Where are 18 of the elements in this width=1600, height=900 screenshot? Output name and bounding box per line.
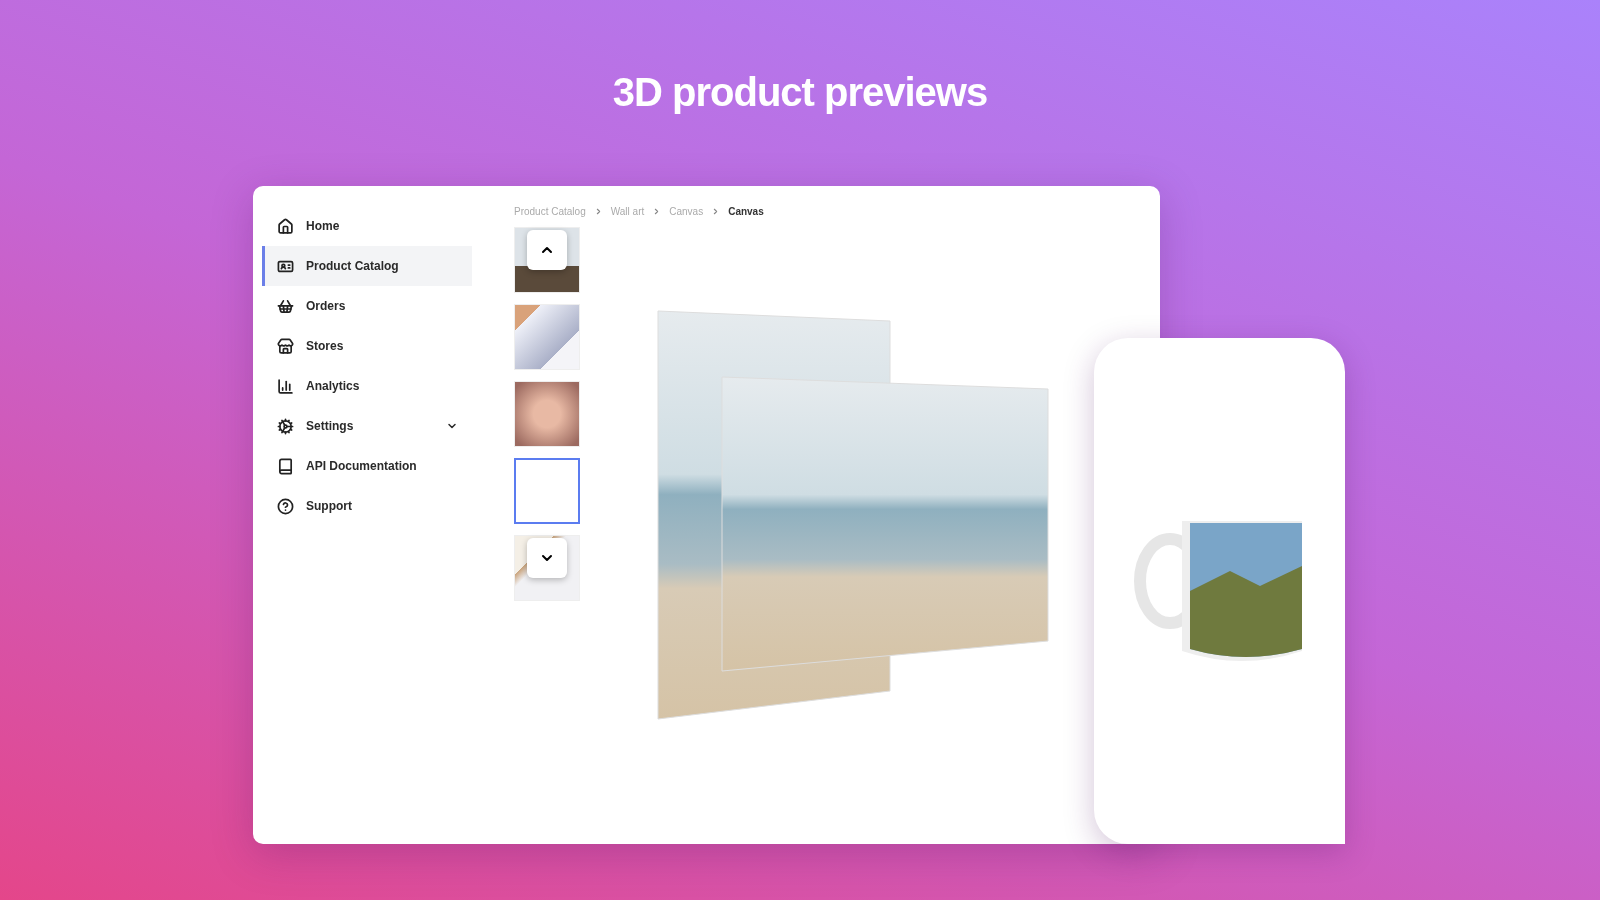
sidebar-item[interactable]: Home (262, 206, 472, 246)
scroll-up-button[interactable] (527, 230, 567, 270)
store-icon (277, 337, 294, 355)
sidebar-item[interactable]: Stores (262, 326, 472, 366)
help-icon (277, 497, 294, 515)
headline: 3D product previews (612, 70, 988, 115)
sidebar-item[interactable]: API Documentation (262, 446, 472, 486)
sidebar-item[interactable]: Support (262, 486, 472, 526)
sidebar-item[interactable]: Settings (262, 406, 472, 446)
thumbnail-photo[interactable] (514, 458, 580, 524)
sidebar-item[interactable]: Orders (262, 286, 472, 326)
sidebar-item[interactable]: Analytics (262, 366, 472, 406)
bar-chart-icon (277, 377, 294, 395)
home-icon (277, 217, 294, 235)
book-icon (277, 457, 294, 475)
sidebar-item[interactable]: Product Catalog (262, 246, 472, 286)
settings-icon (277, 417, 294, 435)
basket-icon (277, 297, 294, 315)
